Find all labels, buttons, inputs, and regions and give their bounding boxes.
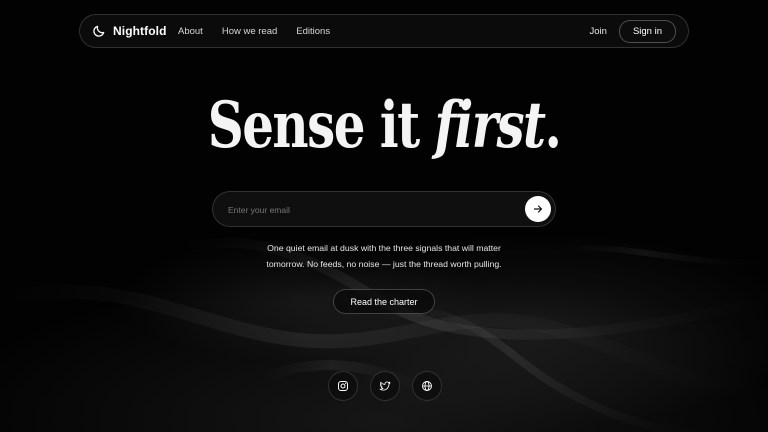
email-input[interactable] <box>226 192 520 228</box>
nav-link-editions[interactable]: Editions <box>296 26 330 37</box>
submit-email-button[interactable] <box>525 196 551 222</box>
globe-icon <box>422 381 432 391</box>
read-charter-button[interactable]: Read the charter <box>333 289 435 314</box>
hero-description: One quiet email at dusk with the three s… <box>0 240 768 272</box>
instagram-link[interactable] <box>328 371 358 401</box>
moon-icon <box>93 25 105 37</box>
top-navbar: Nightfold About How we read Editions Joi… <box>79 14 689 48</box>
headline-period: . <box>544 88 561 163</box>
twitter-icon <box>379 381 391 391</box>
nav-links: About How we read Editions <box>178 15 330 47</box>
headline-plain: Sense it <box>207 88 435 163</box>
nav-link-about[interactable]: About <box>178 26 203 37</box>
join-link[interactable]: Join <box>590 26 607 37</box>
twitter-link[interactable] <box>370 371 400 401</box>
hero-headline: Sense it first. <box>0 86 768 166</box>
headline-accent: first <box>434 88 546 163</box>
description-line-1: One quiet email at dusk with the three s… <box>267 243 501 253</box>
social-links <box>328 371 442 401</box>
brand-logo[interactable]: Nightfold <box>92 15 167 47</box>
brand-name: Nightfold <box>113 24 167 38</box>
arrow-right-icon <box>533 205 543 213</box>
description-line-2: tomorrow. No feeds, no noise — just the … <box>266 259 502 269</box>
nav-actions: Join Sign in <box>590 15 676 47</box>
nav-link-how-we-read[interactable]: How we read <box>222 26 277 37</box>
sign-in-button[interactable]: Sign in <box>618 19 676 43</box>
instagram-icon <box>338 381 348 391</box>
website-link[interactable] <box>412 371 442 401</box>
email-signup-form <box>212 191 556 228</box>
